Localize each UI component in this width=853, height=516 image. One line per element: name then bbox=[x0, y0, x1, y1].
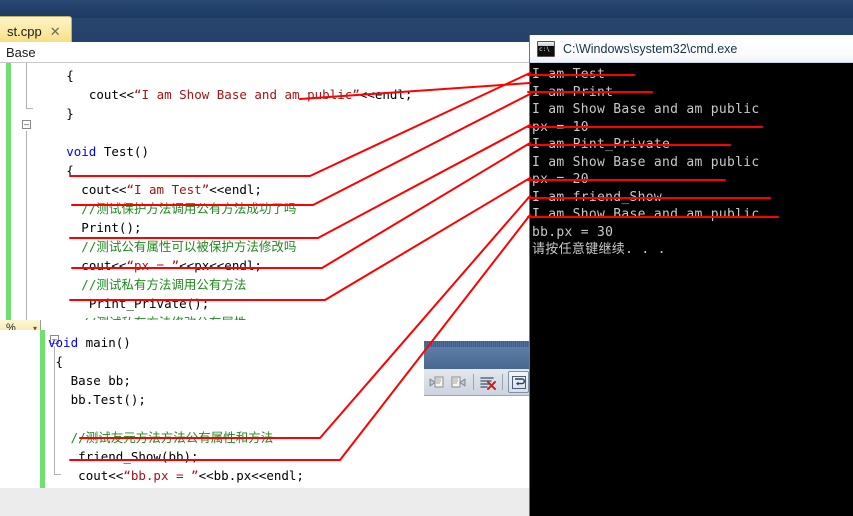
console-output[interactable]: I am Test I am Print I am Show Base and am… bbox=[530, 63, 853, 516]
code-line: cout<<“I am Test”<<endl; bbox=[81, 180, 262, 199]
console-line: I am Show Base and am public bbox=[532, 154, 760, 170]
close-icon[interactable]: ✕ bbox=[50, 25, 61, 38]
console-line: px = 10 bbox=[532, 119, 589, 135]
code-line: void Test() bbox=[66, 142, 149, 161]
toggle-word-wrap-button[interactable] bbox=[508, 371, 529, 393]
code-token-str: “bb.px = ” bbox=[123, 468, 199, 483]
console-line: px = 20 bbox=[532, 172, 589, 187]
change-tracking-bar bbox=[6, 63, 11, 320]
cmd-console-icon bbox=[537, 40, 555, 57]
code-line: cout<<“px = ”<<px<<endl; bbox=[81, 256, 262, 275]
code-line: //测试私有方法调用公有方法 bbox=[81, 275, 246, 294]
code-token-cmt: //测试公有属性可以被保护方法修改吗 bbox=[81, 239, 297, 254]
code-token-plain: cout<< bbox=[81, 258, 127, 273]
code-token-cmt: //测试私有方法调用公有方法 bbox=[81, 277, 247, 292]
code-line: bb.Test(); bbox=[71, 390, 146, 409]
code-token-plain: } bbox=[66, 106, 74, 121]
fold-guide-line bbox=[26, 131, 27, 320]
code-token-plain: <<endl; bbox=[359, 87, 413, 102]
code-token-str: “px = ” bbox=[126, 258, 180, 273]
console-line: I am Show Base and am public bbox=[532, 102, 760, 117]
fold-guide-line bbox=[26, 63, 27, 108]
console-title-text: C:\Windows\system32\cmd.exe bbox=[563, 41, 738, 56]
code-editor-top[interactable]: – {cout<<“I am Show Base and am public”<… bbox=[0, 63, 530, 320]
code-line: { bbox=[56, 352, 64, 371]
output-window-header bbox=[424, 347, 529, 369]
code-line: //测试保护方法调用公有方法成功了吗 bbox=[81, 199, 296, 218]
screenshot-root: st.cpp ✕ Base – {cout<<“I am Show Base a… bbox=[0, 0, 853, 516]
code-token-plain: main() bbox=[78, 335, 131, 350]
code-line: { bbox=[66, 161, 74, 180]
code-token-plain: { bbox=[55, 354, 64, 369]
word-wrap-icon bbox=[511, 375, 526, 389]
code-line: Base bb; bbox=[71, 371, 131, 390]
code-token-plain: cout<< bbox=[81, 182, 127, 197]
toolbar-separator bbox=[502, 374, 504, 390]
code-token-plain: bb.Test(); bbox=[70, 392, 146, 407]
console-line: I am Pint_Private bbox=[532, 137, 671, 152]
console-line: I am Print bbox=[532, 84, 614, 100]
console-line: bb.px = 30 bbox=[532, 224, 614, 240]
console-window[interactable]: C:\Windows\system32\cmd.exe I am TestI a… bbox=[529, 35, 853, 516]
editor-tab-test-cpp[interactable]: st.cpp ✕ bbox=[0, 16, 72, 42]
code-line: } bbox=[66, 104, 74, 123]
code-line: //测试公有属性可以被保护方法修改吗 bbox=[81, 237, 296, 256]
code-token-plain: Base bb; bbox=[70, 373, 131, 388]
code-token-plain: { bbox=[66, 68, 74, 83]
code-line: //测试友元方法方法公有属性和方法 bbox=[71, 428, 274, 447]
class-navigation-bar[interactable]: Base bbox=[0, 42, 530, 63]
change-tracking-bar bbox=[40, 330, 45, 488]
code-line: //测试私有方法修改公有属性 bbox=[81, 313, 246, 320]
console-line: 请按任意键继续. . . bbox=[532, 242, 666, 257]
code-token-plain: cout<< bbox=[88, 87, 134, 102]
code-token-plain: <<px<<endl; bbox=[179, 258, 262, 273]
code-token-plain: <<endl; bbox=[209, 182, 262, 197]
code-line: Print_Private(); bbox=[81, 294, 209, 313]
editor-tab-label: st.cpp bbox=[7, 23, 42, 39]
clear-all-icon bbox=[480, 376, 497, 390]
code-token-str: “I am Test” bbox=[126, 182, 210, 197]
console-line: I am Show Base and am public bbox=[532, 207, 760, 222]
code-token-str: “I am Show Base and am public” bbox=[134, 87, 360, 102]
code-token-cmt: //测试私有方法修改公有属性 bbox=[81, 315, 246, 320]
code-token-plain: <<bb.px<<endl; bbox=[198, 468, 304, 483]
code-token-plain: friend_Show(bb); bbox=[70, 449, 199, 464]
code-token-kw: void bbox=[48, 335, 79, 350]
navigate-back-button[interactable] bbox=[428, 372, 447, 392]
console-title-bar[interactable]: C:\Windows\system32\cmd.exe bbox=[530, 35, 853, 63]
console-line: I am friend_Show bbox=[532, 189, 663, 205]
code-line: void main() bbox=[48, 333, 131, 352]
code-token-cmt: //测试保护方法调用公有方法成功了吗 bbox=[81, 201, 297, 216]
code-line: Print(); bbox=[81, 218, 141, 237]
code-line: cout<<“bb.px = ”<<bb.px<<endl; bbox=[71, 466, 304, 485]
fold-guide-tick bbox=[54, 474, 61, 475]
code-token-plain: Print(); bbox=[81, 220, 142, 235]
code-line: cout<<“I am Show Base and am public”<<en… bbox=[89, 85, 413, 104]
navigate-back-icon bbox=[429, 376, 444, 387]
navigate-forward-button[interactable] bbox=[449, 372, 468, 392]
code-token-kw: void bbox=[66, 144, 97, 159]
clear-all-button[interactable] bbox=[479, 372, 498, 392]
console-line: I am Test bbox=[532, 67, 606, 82]
output-window-toolbar[interactable] bbox=[424, 369, 529, 396]
code-token-plain: Print_Private(); bbox=[81, 296, 210, 311]
navigate-forward-icon bbox=[451, 376, 466, 387]
code-token-plain: Test() bbox=[96, 144, 149, 159]
output-window-body bbox=[424, 396, 529, 488]
code-token-cmt: //测试友元方法方法公有属性和方法 bbox=[70, 430, 274, 445]
code-line: { bbox=[66, 66, 74, 85]
code-line: friend_Show(bb); bbox=[70, 447, 199, 466]
fold-guide-tick bbox=[26, 108, 33, 109]
code-token-plain: cout<< bbox=[70, 468, 124, 483]
code-token-plain: { bbox=[66, 163, 74, 178]
ide-title-bar bbox=[0, 0, 853, 18]
toolbar-separator bbox=[472, 374, 474, 390]
fold-collapse-box[interactable]: – bbox=[22, 120, 31, 129]
navigation-scope-label: Base bbox=[6, 44, 36, 60]
ide-status-bar bbox=[0, 488, 530, 516]
